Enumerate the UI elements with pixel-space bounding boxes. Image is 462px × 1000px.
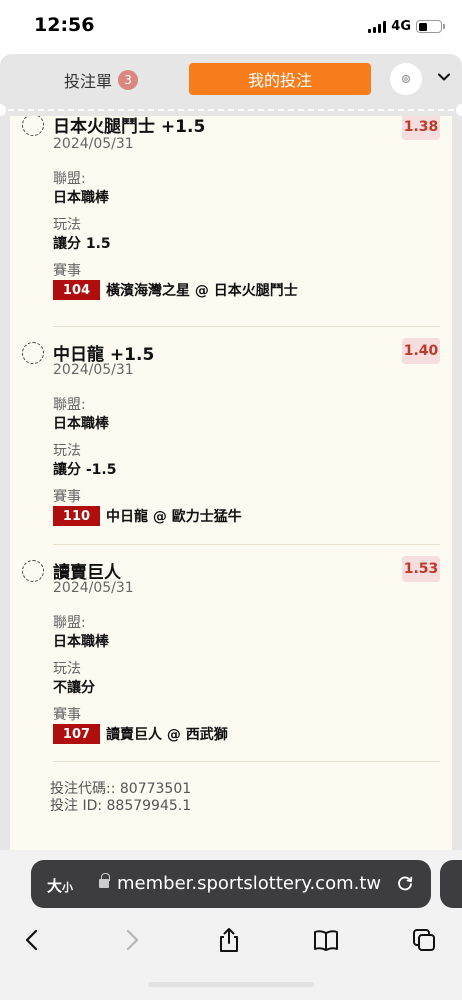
event-date: 2024/05/31 (53, 362, 134, 378)
status-time: 12:56 (34, 14, 95, 36)
market-value: 讓分 -1.5 (53, 462, 117, 478)
league-value: 日本職棒 (53, 416, 109, 432)
bookmarks-icon[interactable] (312, 926, 340, 954)
match-row: 107 讀賣巨人 @ 西武獅 (53, 724, 228, 744)
league-label: 聯盟: (53, 171, 86, 187)
selection-name: 日本火腿鬥士 +1.5 (53, 117, 206, 137)
lock-icon (99, 873, 110, 888)
tab-my-bets[interactable]: 我的投注 (189, 63, 371, 95)
market-value: 不讓分 (53, 680, 95, 696)
gear-icon (401, 74, 411, 84)
bet-select-radio[interactable] (22, 342, 44, 364)
event-label: 賽事 (53, 263, 81, 279)
reload-icon[interactable] (395, 873, 415, 893)
match-number: 104 (53, 280, 100, 300)
browser-nav (0, 920, 462, 960)
event-label: 賽事 (53, 707, 81, 723)
league-label: 聯盟: (53, 615, 86, 631)
address-bar[interactable]: 大小 member.sportslottery.com.tw (31, 860, 431, 908)
chevron-down-icon[interactable] (437, 70, 451, 84)
league-value: 日本職棒 (53, 634, 109, 650)
match-name: 橫濱海灣之星 @ 日本火腿鬥士 (106, 283, 298, 299)
event-label: 賽事 (53, 489, 81, 505)
market-label: 玩法 (53, 661, 81, 677)
market-label: 玩法 (53, 217, 81, 233)
bet-id: 投注 ID: 88579945.1 (50, 798, 192, 814)
odds-badge: 1.38 (402, 116, 440, 140)
divider (53, 761, 440, 762)
divider (53, 544, 440, 545)
share-icon[interactable] (215, 926, 243, 954)
browser-toolbar: 大小 member.sportslottery.com.tw (0, 850, 462, 1000)
forward-icon[interactable] (118, 926, 146, 954)
market-value: 讓分 1.5 (53, 236, 111, 252)
match-number: 107 (53, 724, 100, 744)
match-name: 讀賣巨人 @ 西武獅 (106, 727, 228, 743)
market-label: 玩法 (53, 443, 81, 459)
odds-badge: 1.40 (402, 338, 440, 364)
bets-scroll-area[interactable]: 日本火腿鬥士 +1.5 2024/05/31 1.38 聯盟: 日本職棒 玩法 … (0, 116, 462, 850)
signal-icon (368, 20, 387, 33)
battery-icon (416, 20, 445, 33)
event-date: 2024/05/31 (53, 136, 134, 152)
settings-button[interactable] (390, 63, 422, 95)
event-date: 2024/05/31 (53, 580, 134, 596)
divider (53, 326, 440, 327)
text-size-button[interactable]: 大小 (47, 875, 73, 896)
odds-badge: 1.53 (402, 556, 440, 582)
ticket-perforation (0, 104, 462, 116)
back-icon[interactable] (18, 926, 46, 954)
home-indicator (148, 982, 314, 987)
league-label: 聯盟: (53, 397, 86, 413)
tabs-icon[interactable] (410, 926, 438, 954)
match-number: 110 (53, 506, 100, 526)
match-row: 110 中日龍 @ 歐力士猛牛 (53, 506, 242, 526)
bet-ticket-card: 日本火腿鬥士 +1.5 2024/05/31 1.38 聯盟: 日本職棒 玩法 … (10, 116, 452, 850)
network-type: 4G (391, 19, 411, 34)
match-row: 104 橫濱海灣之星 @ 日本火腿鬥士 (53, 280, 298, 300)
betslip-header: 投注單 3 我的投注 (0, 54, 462, 104)
status-bar: 12:56 4G (0, 0, 462, 54)
league-value: 日本職棒 (53, 190, 109, 206)
betslip-count-badge: 3 (118, 70, 139, 90)
bet-select-radio[interactable] (22, 116, 44, 136)
url-text: member.sportslottery.com.tw (117, 873, 382, 894)
bet-select-radio[interactable] (22, 560, 44, 582)
tab-betslip-label: 投注單 (64, 72, 113, 91)
next-tab-preview[interactable] (440, 860, 462, 908)
tab-betslip[interactable]: 投注單 3 (64, 68, 139, 92)
status-indicators: 4G (368, 19, 445, 34)
match-name: 中日龍 @ 歐力士猛牛 (106, 509, 242, 525)
